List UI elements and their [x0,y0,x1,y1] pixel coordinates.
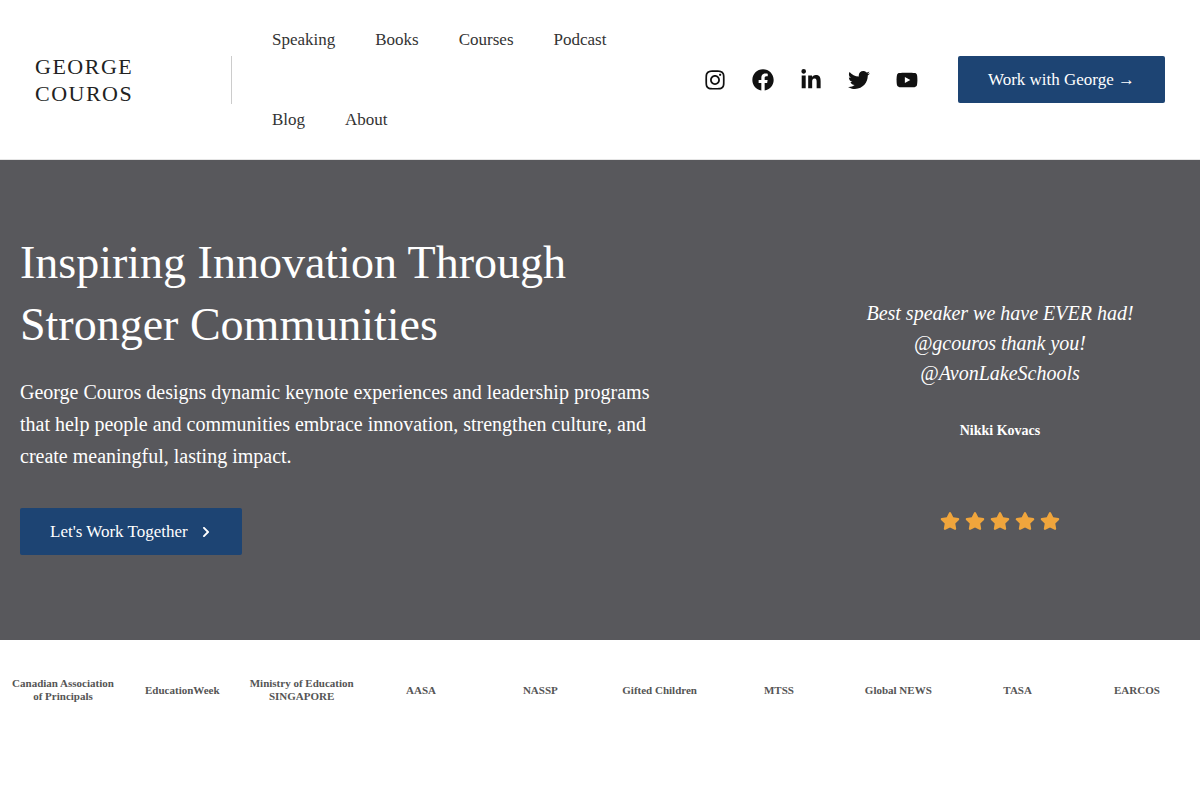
testimonial-author: Nikki Kovacs [960,420,1041,441]
partner-logo: EARCOS [1082,684,1192,697]
star-icon [1015,511,1035,531]
chevron-right-icon [200,526,212,538]
nav-item[interactable]: About [325,80,408,160]
partner-logo: TASA [963,684,1073,697]
nav-item[interactable]: Blog [252,80,325,160]
logo-strip: Canadian Association of Principals Educat… [0,640,1200,740]
testimonial-quote: Best speaker we have EVER had!@gcouros t… [866,298,1133,388]
header-divider [231,56,232,104]
partner-logo: Canadian Association of Principals [8,677,118,703]
partner-logo: NASSP [485,684,595,697]
partner-logo: Global NEWS [843,684,953,697]
hero: Inspiring Innovation Through Stronger Co… [0,160,1200,640]
site-header: GEORGE COUROS SpeakingBooksCoursesPodcast… [0,0,1200,160]
instagram-icon[interactable] [704,69,726,91]
hero-content: Inspiring Innovation Through Stronger Co… [20,160,680,640]
star-icon [965,511,985,531]
nav-item[interactable]: Podcast [534,0,627,80]
linkedin-icon[interactable] [800,69,822,91]
partner-logo: Gifted Children [605,684,715,697]
hero-body: George Couros designs dynamic keynote ex… [20,376,670,472]
main-nav: SpeakingBooksCoursesPodcast BlogAbout [232,0,632,159]
twitter-icon[interactable] [848,69,870,91]
star-icon [1040,511,1060,531]
youtube-icon[interactable] [896,69,918,91]
star-icon [940,511,960,531]
partner-logo: AASA [366,684,476,697]
facebook-icon[interactable] [752,69,774,91]
star-rating [940,511,1060,531]
social-links [632,69,918,91]
hero-title: Inspiring Innovation Through Stronger Co… [20,232,620,356]
page: GEORGE COUROS SpeakingBooksCoursesPodcast… [0,0,1200,800]
nav-item[interactable]: Books [355,0,438,80]
hero-button[interactable]: Let's Work Together [20,508,242,555]
testimonial: Best speaker we have EVER had!@gcouros t… [680,160,1180,640]
work-with-button[interactable]: Work with George → [958,56,1165,103]
partner-logo: Ministry of Education SINGAPORE [247,677,357,703]
nav-item[interactable]: Courses [439,0,534,80]
partner-logo: EducationWeek [127,684,237,697]
site-logo[interactable]: GEORGE COUROS [35,53,185,107]
partner-logo: MTSS [724,684,834,697]
nav-item[interactable]: Speaking [252,0,355,80]
star-icon [990,511,1010,531]
